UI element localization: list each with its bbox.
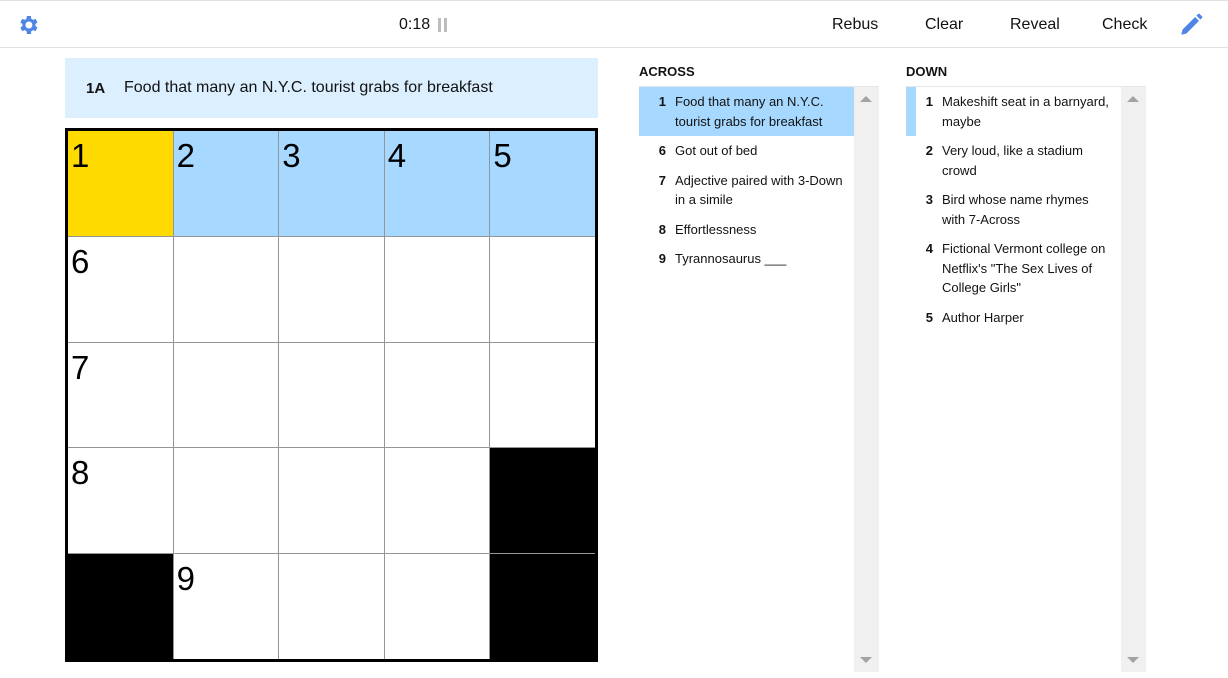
- clue-text: Fictional Vermont college on Netflix's "…: [942, 241, 1106, 295]
- across-clue-item[interactable]: 8 Effortlessness: [639, 215, 854, 245]
- clear-button[interactable]: Clear: [925, 16, 963, 34]
- clue-text: Food that many an N.Y.C. tourist grabs f…: [675, 94, 824, 129]
- clue-number: 6: [658, 143, 666, 158]
- grid-cell[interactable]: 3: [279, 131, 384, 236]
- grid-cell[interactable]: 1: [68, 131, 173, 236]
- cell-number: 2: [176, 137, 195, 174]
- down-heading: DOWN: [906, 64, 948, 79]
- cell-number: 3: [282, 137, 301, 174]
- clue-text: Author Harper: [942, 309, 1024, 325]
- down-clue-item[interactable]: 3 Bird whose name rhymes with 7-Across: [906, 185, 1121, 234]
- scroll-up-arrow-icon[interactable]: [1127, 96, 1139, 102]
- grid-cell[interactable]: [173, 236, 279, 342]
- grid-cell[interactable]: [384, 342, 490, 448]
- grid-cell[interactable]: 9: [173, 554, 279, 659]
- grid-cell[interactable]: [279, 554, 384, 659]
- black-cell: [490, 448, 595, 554]
- pause-icon[interactable]: [438, 18, 448, 32]
- cell-number: 1: [71, 137, 90, 174]
- grid-cell[interactable]: [279, 236, 384, 342]
- grid-cell[interactable]: 7: [68, 342, 173, 448]
- grid-cell[interactable]: [279, 342, 384, 448]
- current-clue-text: Food that many an N.Y.C. tourist grabs f…: [124, 79, 493, 96]
- timer: 0:18: [399, 16, 448, 34]
- clue-text: Makeshift seat in a barnyard, maybe: [942, 94, 1109, 129]
- grid-cell[interactable]: [173, 448, 279, 554]
- grid-cell[interactable]: [173, 342, 279, 448]
- current-clue-label: 1A: [86, 79, 106, 97]
- cell-number: 6: [71, 242, 90, 280]
- clue-number: 8: [658, 221, 666, 237]
- down-scrollbar[interactable]: [1121, 87, 1146, 672]
- down-clue-item[interactable]: 5 Author Harper: [906, 303, 1121, 333]
- grid-cell[interactable]: [384, 236, 490, 342]
- grid-cell[interactable]: 2: [173, 131, 279, 236]
- clue-text: Tyrannosaurus ___: [675, 251, 787, 266]
- across-clue-item[interactable]: 1 Food that many an N.Y.C. tourist grabs …: [639, 87, 854, 136]
- clue-text: Got out of bed: [675, 143, 758, 158]
- gear-icon[interactable]: [16, 13, 40, 37]
- across-heading: ACROSS: [639, 64, 695, 79]
- across-clue-item[interactable]: 7 Adjective paired with 3-Down in a simil…: [639, 166, 854, 215]
- scroll-down-arrow-icon[interactable]: [860, 657, 872, 663]
- down-clue-item[interactable]: 2 Very loud, like a stadium crowd: [906, 136, 1121, 185]
- scroll-down-arrow-icon[interactable]: [1127, 657, 1139, 663]
- cell-number: 8: [71, 454, 90, 492]
- cell-number: 9: [176, 560, 195, 598]
- clue-text: Bird whose name rhymes with 7-Across: [942, 192, 1089, 227]
- scroll-up-arrow-icon[interactable]: [860, 96, 872, 102]
- current-clue-bar: 1A Food that many an N.Y.C. tourist grab…: [65, 58, 598, 118]
- clue-number: 1: [658, 94, 666, 109]
- black-cell: [490, 554, 595, 659]
- grid-cell[interactable]: 6: [68, 236, 173, 342]
- across-clue-item[interactable]: 6 Got out of bed: [639, 136, 854, 166]
- clue-text: Effortlessness: [675, 221, 757, 237]
- reveal-button[interactable]: Reveal: [1010, 16, 1060, 34]
- cell-number: 4: [387, 137, 407, 174]
- clue-number: 7: [658, 172, 666, 188]
- grid-cell[interactable]: 4: [384, 131, 490, 236]
- down-clue-list: DOWN 1 Makeshift seat in a barnyard, mayb…: [906, 58, 1146, 672]
- clue-text: Very loud, like a stadium crowd: [942, 143, 1083, 178]
- grid-cell[interactable]: [384, 448, 490, 554]
- clue-number: 4: [925, 241, 933, 256]
- clue-number: 3: [925, 192, 933, 207]
- down-clue-item[interactable]: 1 Makeshift seat in a barnyard, maybe: [906, 87, 1121, 136]
- cell-number: 5: [493, 137, 512, 174]
- black-cell: [68, 554, 173, 659]
- clue-number: 2: [925, 143, 933, 158]
- cell-number: 7: [71, 348, 90, 386]
- grid-cell[interactable]: [490, 236, 595, 342]
- across-scrollbar[interactable]: [854, 87, 879, 672]
- across-clue-item[interactable]: 9 Tyrannosaurus ___: [639, 244, 854, 274]
- crossword-grid: 1 2 3 4 5 6 7 8 9: [65, 128, 598, 662]
- grid-cell[interactable]: [490, 342, 595, 448]
- timer-value: 0:18: [399, 16, 431, 33]
- grid-cell[interactable]: [384, 554, 490, 659]
- check-button[interactable]: Check: [1102, 16, 1147, 34]
- clue-text: Adjective paired with 3-Down in a simile: [675, 172, 843, 208]
- clue-number: 9: [658, 251, 666, 266]
- grid-cell[interactable]: [279, 448, 384, 554]
- grid-cell[interactable]: 5: [490, 131, 595, 236]
- pencil-icon[interactable]: [1178, 12, 1204, 38]
- across-clue-list: ACROSS 1 Food that many an N.Y.C. tourist…: [639, 58, 879, 672]
- toolbar: 0:18 Rebus Clear Reveal Check: [0, 0, 1228, 48]
- rebus-button[interactable]: Rebus: [832, 16, 878, 34]
- clue-number: 1: [925, 94, 933, 109]
- down-clue-item[interactable]: 4 Fictional Vermont college on Netflix's …: [906, 234, 1121, 303]
- clue-number: 5: [925, 309, 933, 325]
- grid-cell[interactable]: 8: [68, 448, 173, 554]
